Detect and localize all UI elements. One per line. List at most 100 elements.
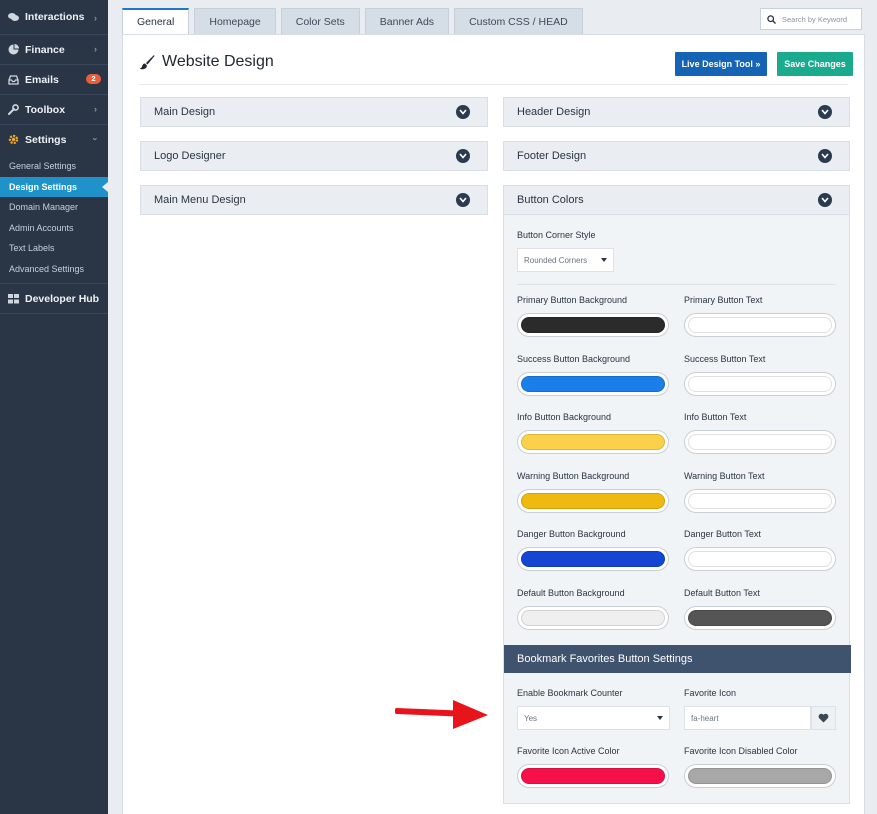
nav-label: Developer Hub bbox=[25, 292, 100, 305]
chevron-down-icon bbox=[456, 193, 470, 207]
sidebar-item-admin-accounts[interactable]: Admin Accounts bbox=[0, 218, 108, 239]
tab-custom-css-head[interactable]: Custom CSS / HEAD bbox=[454, 8, 583, 34]
accordion-button-colors[interactable]: Button Colors bbox=[503, 185, 850, 215]
caret-down-icon bbox=[601, 258, 607, 262]
text-color-label: Default Button Text bbox=[684, 587, 760, 598]
bg-color-label: Default Button Background bbox=[517, 587, 625, 598]
bg-color-picker[interactable] bbox=[517, 371, 669, 396]
bg-color-picker[interactable] bbox=[517, 488, 669, 513]
accordion-logo-designer[interactable]: Logo Designer bbox=[140, 141, 488, 171]
sidebar: Interactions › Finance › Emails 2 Toolbo… bbox=[0, 0, 108, 814]
bg-color-picker[interactable] bbox=[517, 430, 669, 454]
color-swatch bbox=[521, 551, 665, 567]
color-swatch bbox=[688, 492, 832, 509]
favorite-icon-input[interactable]: fa-heart bbox=[684, 706, 811, 730]
color-swatch bbox=[688, 434, 832, 450]
accordion-label: Button Colors bbox=[517, 194, 584, 206]
search-input[interactable] bbox=[782, 14, 860, 24]
accordion-label: Main Design bbox=[154, 106, 216, 118]
chevron-down-icon bbox=[818, 149, 832, 163]
nav-item-toolbox[interactable]: Toolbox › bbox=[0, 95, 108, 124]
bookmark-counter-select[interactable]: Yes bbox=[517, 706, 670, 730]
text-color-picker[interactable] bbox=[684, 313, 836, 337]
nav-label: Interactions bbox=[25, 11, 85, 23]
color-swatch bbox=[688, 551, 832, 567]
chevron-down-icon bbox=[818, 105, 832, 119]
sidebar-item-text-labels[interactable]: Text Labels bbox=[0, 238, 108, 259]
corner-style-select[interactable]: Rounded Corners bbox=[517, 248, 614, 272]
color-swatch bbox=[688, 609, 832, 626]
save-changes-button[interactable]: Save Changes bbox=[777, 52, 853, 76]
favorite-icon-label: Favorite Icon bbox=[684, 688, 737, 698]
text-color-picker[interactable] bbox=[684, 371, 836, 396]
nav-item-settings[interactable]: Settings › bbox=[0, 125, 108, 154]
color-swatch bbox=[521, 609, 665, 626]
button-colors-panel: Button Corner Style Rounded Corners Prim… bbox=[503, 215, 851, 804]
accordion-header-design[interactable]: Header Design bbox=[503, 97, 850, 127]
accordion-label: Footer Design bbox=[517, 150, 587, 162]
bookmark-section-header: Bookmark Favorites Button Settings bbox=[504, 645, 851, 673]
favorite-icon-value: fa-heart bbox=[691, 713, 719, 723]
title-divider bbox=[139, 84, 848, 85]
chevron-down-icon: › bbox=[90, 137, 101, 141]
text-color-label: Danger Button Text bbox=[684, 529, 761, 539]
live-design-tool-button[interactable]: Live Design Tool » bbox=[675, 52, 767, 76]
bg-color-label: Danger Button Background bbox=[517, 529, 626, 539]
sidebar-item-domain-manager[interactable]: Domain Manager bbox=[0, 197, 108, 218]
color-swatch bbox=[521, 317, 665, 333]
chevron-right-icon: › bbox=[94, 104, 97, 114]
nav-item-interactions[interactable]: Interactions › bbox=[0, 0, 108, 34]
text-color-label: Info Button Text bbox=[684, 412, 747, 422]
grid-icon bbox=[7, 293, 19, 305]
wrench-icon bbox=[7, 104, 19, 116]
nav-label: Emails bbox=[25, 73, 59, 86]
color-swatch bbox=[688, 317, 832, 333]
text-color-label: Success Button Text bbox=[684, 353, 766, 364]
accordion-main-design[interactable]: Main Design bbox=[140, 97, 488, 127]
text-color-label: Warning Button Text bbox=[684, 470, 765, 481]
chevron-right-icon: › bbox=[94, 44, 97, 54]
accordion-main-menu-design[interactable]: Main Menu Design bbox=[140, 185, 488, 215]
favorite-disabled-color-picker[interactable] bbox=[684, 764, 836, 788]
text-color-label: Primary Button Text bbox=[684, 295, 763, 305]
bookmark-counter-value: Yes bbox=[524, 713, 538, 723]
bg-color-picker[interactable] bbox=[517, 313, 669, 337]
tab-color-sets[interactable]: Color Sets bbox=[280, 8, 360, 34]
text-color-picker[interactable] bbox=[684, 605, 836, 630]
nav-label: Toolbox bbox=[25, 103, 66, 116]
favorite-disabled-color-label: Favorite Icon Disabled Color bbox=[684, 746, 798, 756]
settings-submenu: General Settings Design Settings Domain … bbox=[0, 154, 108, 283]
color-swatch bbox=[521, 375, 665, 392]
accordion-label: Logo Designer bbox=[154, 150, 226, 162]
accordion-footer-design[interactable]: Footer Design bbox=[503, 141, 850, 171]
tab-general[interactable]: General bbox=[122, 8, 190, 34]
favorite-active-color-picker[interactable] bbox=[517, 764, 669, 788]
tab-bar: General Homepage Color Sets Banner Ads C… bbox=[122, 8, 588, 34]
text-color-picker[interactable] bbox=[684, 488, 836, 513]
heart-icon-addon bbox=[811, 706, 836, 730]
tab-banner-ads[interactable]: Banner Ads bbox=[364, 8, 450, 34]
tab-homepage[interactable]: Homepage bbox=[194, 8, 276, 34]
text-color-picker[interactable] bbox=[684, 430, 836, 454]
corner-style-value: Rounded Corners bbox=[524, 255, 588, 265]
color-swatch bbox=[521, 492, 665, 509]
search-box[interactable] bbox=[760, 8, 862, 30]
annotation-arrow-icon bbox=[395, 700, 488, 729]
bg-color-label: Success Button Background bbox=[517, 353, 631, 364]
chevron-right-icon: › bbox=[94, 13, 97, 23]
nav-item-emails[interactable]: Emails 2 bbox=[0, 65, 108, 94]
heart-icon bbox=[818, 713, 829, 723]
bg-color-picker[interactable] bbox=[517, 547, 669, 571]
nav-label: Finance bbox=[25, 43, 65, 56]
main-panel: Website Design Live Design Tool » Save C… bbox=[122, 34, 865, 814]
text-color-picker[interactable] bbox=[684, 547, 836, 571]
sidebar-item-general-settings[interactable]: General Settings bbox=[0, 156, 108, 177]
accordion-label: Header Design bbox=[517, 106, 591, 118]
nav-label: Settings bbox=[25, 133, 67, 146]
nav-item-developer-hub[interactable]: Developer Hub bbox=[0, 284, 108, 313]
sidebar-item-design-settings[interactable]: Design Settings bbox=[0, 176, 108, 197]
sidebar-item-advanced-settings[interactable]: Advanced Settings bbox=[0, 259, 108, 280]
bg-color-picker[interactable] bbox=[517, 605, 669, 630]
accordion-label: Main Menu Design bbox=[154, 194, 246, 206]
nav-item-finance[interactable]: Finance › bbox=[0, 35, 108, 64]
